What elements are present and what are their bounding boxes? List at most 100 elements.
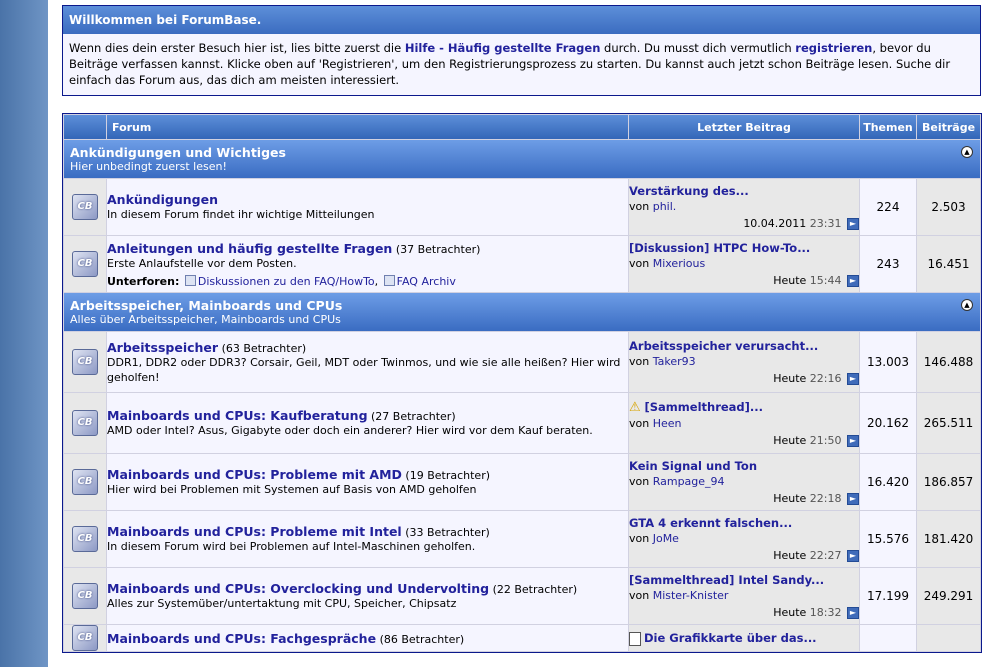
last-post-title[interactable]: Arbeitsspeicher verursacht... bbox=[629, 339, 818, 353]
forum-description: DDR1, DDR2 oder DDR3? Corsair, Geil, MDT… bbox=[107, 355, 621, 384]
forum-viewers: (37 Betrachter) bbox=[395, 242, 481, 256]
last-post-title[interactable]: [Sammelthread]... bbox=[645, 400, 764, 414]
forum-description: Erste Anlaufstelle vor dem Posten. bbox=[107, 256, 297, 270]
by-prefix: von bbox=[629, 532, 653, 545]
goto-last-post-icon[interactable]: ► bbox=[847, 493, 859, 505]
post-count: 16.451 bbox=[917, 236, 980, 292]
last-post-date: Heute bbox=[773, 549, 807, 562]
welcome-title: Willkommen bei ForumBase. bbox=[63, 6, 980, 34]
thread-count: 224 bbox=[860, 179, 916, 235]
post-count: 265.511 bbox=[917, 393, 980, 453]
forum-title[interactable]: Mainboards und CPUs: Overclocking und Un… bbox=[107, 581, 489, 596]
header-threads: Themen bbox=[860, 115, 916, 139]
collapse-icon[interactable]: ▲ bbox=[961, 299, 973, 311]
forum-icon-cell: CB bbox=[64, 332, 106, 392]
forum-title[interactable]: Mainboards und CPUs: Kaufberatung bbox=[107, 408, 368, 423]
thread-count bbox=[860, 625, 916, 651]
last-post-title[interactable]: Verstärkung des... bbox=[629, 184, 749, 198]
category-description: Alles über Arbeitsspeicher, Mainboards u… bbox=[70, 313, 341, 326]
welcome-text-part: durch. Du musst dich vermutlich bbox=[600, 41, 796, 55]
last-post-date: Heute bbox=[773, 274, 807, 287]
forum-status-icon: CB bbox=[72, 251, 98, 277]
last-post-author: von Rampage_94 bbox=[629, 475, 859, 488]
forum-status-icon: CB bbox=[72, 625, 98, 651]
forum-row: CB Ankündigungen In diesem Forum findet i… bbox=[64, 179, 980, 235]
welcome-text-part: Wenn dies dein erster Besuch hier ist, l… bbox=[69, 41, 405, 55]
faq-link[interactable]: Hilfe - Häufig gestellte Fragen bbox=[405, 41, 601, 55]
thread-count: 17.199 bbox=[860, 568, 916, 624]
last-post-user[interactable]: Mixerious bbox=[653, 257, 706, 270]
by-prefix: von bbox=[629, 475, 653, 488]
last-post-title[interactable]: GTA 4 erkennt falschen... bbox=[629, 516, 792, 530]
welcome-box: Willkommen bei ForumBase. Wenn dies dein… bbox=[62, 5, 981, 96]
goto-last-post-icon[interactable]: ► bbox=[847, 550, 859, 562]
last-post-title[interactable]: Kein Signal und Ton bbox=[629, 459, 757, 473]
last-post-cell: [Sammelthread] Intel Sandy... von Mister-… bbox=[629, 568, 859, 624]
post-count: 146.488 bbox=[917, 332, 980, 392]
last-post-cell: [Diskussion] HTPC How-To... von Mixerious… bbox=[629, 236, 859, 292]
last-post-user[interactable]: JoMe bbox=[653, 532, 679, 545]
forum-title[interactable]: Mainboards und CPUs: Probleme mit AMD bbox=[107, 467, 402, 482]
thread-count: 243 bbox=[860, 236, 916, 292]
forum-title[interactable]: Arbeitsspeicher bbox=[107, 340, 218, 355]
last-post-time: 23:31 bbox=[809, 217, 842, 230]
last-post-author: von JoMe bbox=[629, 532, 859, 545]
last-post-time: 18:32 bbox=[809, 606, 842, 619]
forum-icon-cell: CB bbox=[64, 393, 106, 453]
goto-last-post-icon[interactable]: ► bbox=[847, 275, 859, 287]
last-post-time: 15:44 bbox=[809, 274, 842, 287]
last-post-date: Heute bbox=[773, 606, 807, 619]
last-post-title[interactable]: [Diskussion] HTPC How-To... bbox=[629, 241, 810, 255]
by-prefix: von bbox=[629, 355, 653, 368]
last-post-user[interactable]: Taker93 bbox=[653, 355, 696, 368]
last-post-author: von Taker93 bbox=[629, 355, 859, 368]
last-post-user[interactable]: phil. bbox=[653, 200, 677, 213]
goto-last-post-icon[interactable]: ► bbox=[847, 607, 859, 619]
last-post-user[interactable]: Heen bbox=[653, 417, 682, 430]
forum-description: Alles zur Systemüber/untertaktung mit CP… bbox=[107, 597, 457, 610]
last-post-title[interactable]: Die Grafikkarte über das... bbox=[644, 631, 817, 645]
last-post-cell: GTA 4 erkennt falschen... von JoMe Heute 2… bbox=[629, 511, 859, 567]
register-link[interactable]: registrieren bbox=[795, 41, 872, 55]
last-post-user[interactable]: Rampage_94 bbox=[653, 475, 725, 488]
page: Willkommen bei ForumBase. Wenn dies dein… bbox=[48, 0, 1004, 667]
forum-title[interactable]: Mainboards und CPUs: Probleme mit Intel bbox=[107, 524, 402, 539]
subforum-link[interactable]: Diskussionen zu den FAQ/HowTo bbox=[198, 275, 375, 288]
last-post-datetime: 10.04.2011 23:31 ► bbox=[629, 217, 859, 230]
goto-last-post-icon[interactable]: ► bbox=[847, 434, 859, 447]
forum-row: CB Mainboards und CPUs: Probleme mit AMD … bbox=[64, 454, 980, 510]
forum-icon-cell: CB bbox=[64, 568, 106, 624]
last-post-cell: Verstärkung des... von phil. 10.04.2011 23… bbox=[629, 179, 859, 235]
last-post-title[interactable]: [Sammelthread] Intel Sandy... bbox=[629, 573, 824, 587]
forum-status-icon: CB bbox=[72, 583, 98, 609]
goto-last-post-icon[interactable]: ► bbox=[847, 218, 859, 230]
forum-description: AMD oder Intel? Asus, Gigabyte oder doch… bbox=[107, 424, 593, 437]
subforum-link[interactable]: FAQ Archiv bbox=[397, 275, 456, 288]
forum-icon-cell: CB bbox=[64, 454, 106, 510]
last-post-time: 22:18 bbox=[809, 492, 842, 505]
forum-status-icon: CB bbox=[72, 526, 98, 552]
last-post-date: Heute bbox=[773, 433, 807, 447]
forum-status-icon: CB bbox=[72, 194, 98, 220]
category-title[interactable]: Ankündigungen und Wichtiges bbox=[70, 145, 974, 160]
forum-title[interactable]: Mainboards und CPUs: Fachgespräche bbox=[107, 631, 376, 646]
forum-description: Hier wird bei Problemen mit Systemen auf… bbox=[107, 483, 477, 496]
collapse-icon[interactable]: ▲ bbox=[961, 146, 973, 158]
forum-title[interactable]: Ankündigungen bbox=[107, 192, 218, 207]
last-post-datetime: Heute 21:50 ► bbox=[629, 434, 859, 447]
forum-viewers: (33 Betrachter) bbox=[405, 526, 490, 539]
forum-icon-cell: CB bbox=[64, 179, 106, 235]
forum-title[interactable]: Anleitungen und häufig gestellte Fragen bbox=[107, 241, 392, 256]
document-icon bbox=[629, 631, 641, 646]
by-prefix: von bbox=[629, 257, 653, 270]
forum-row: CB Arbeitsspeicher (63 Betrachter) DDR1, D… bbox=[64, 332, 980, 392]
category-title[interactable]: Arbeitsspeicher, Mainboards und CPUs bbox=[70, 298, 974, 313]
thread-count: 16.420 bbox=[860, 454, 916, 510]
goto-last-post-icon[interactable]: ► bbox=[847, 373, 859, 385]
last-post-user[interactable]: Mister-Knister bbox=[653, 589, 729, 602]
forum-info: Mainboards und CPUs: Fachgespräche (86 B… bbox=[107, 625, 628, 651]
forum-row: CB Mainboards und CPUs: Fachgespräche (86… bbox=[64, 625, 980, 651]
category-description: Hier unbedingt zuerst lesen! bbox=[70, 160, 227, 173]
category-row: Ankündigungen und Wichtiges Hier unbeding… bbox=[64, 140, 980, 178]
last-post-author: von phil. bbox=[629, 200, 859, 213]
